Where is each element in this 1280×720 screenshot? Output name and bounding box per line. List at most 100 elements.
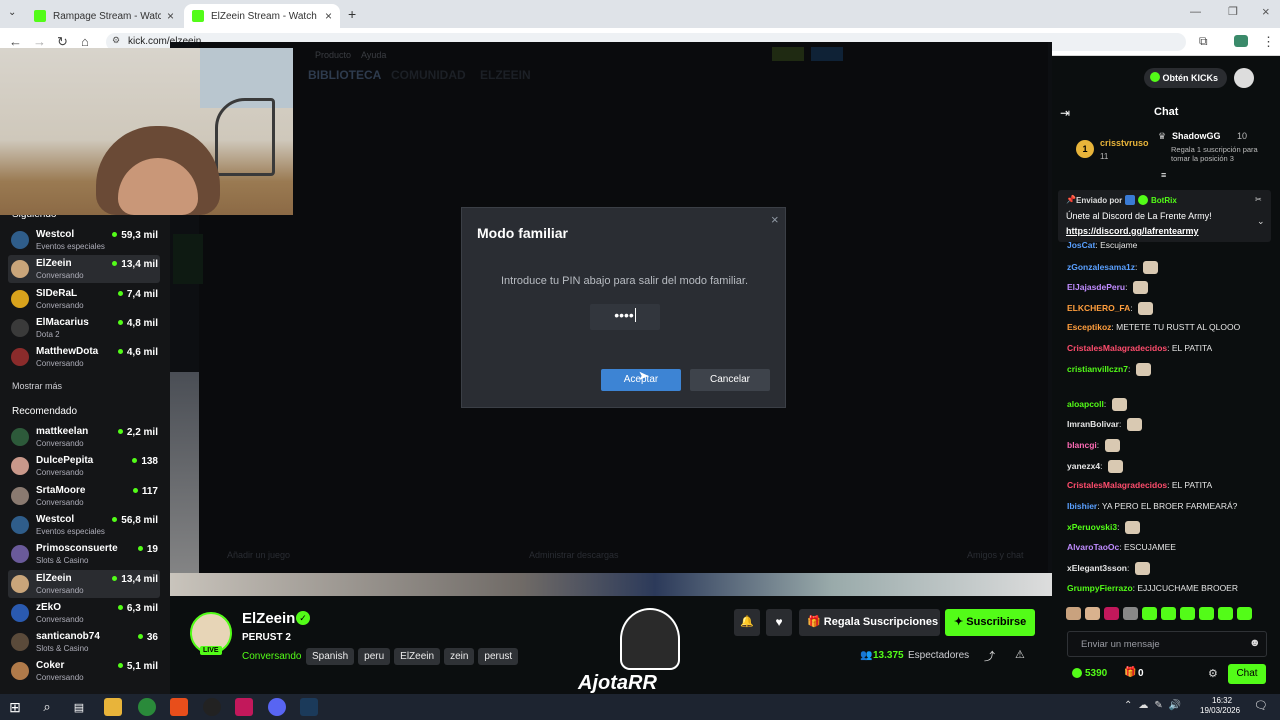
browser-tab-elzeein[interactable]: ElZeein Stream - Watch Live on × — [184, 4, 340, 28]
sidebar-channel-santicanob74[interactable]: santicanob74 Slots & Casino 36 — [8, 628, 160, 656]
subscribe-button[interactable]: ✦ Suscribirse — [945, 609, 1035, 636]
sidebar-channel-matthewdota[interactable]: MatthewDota Conversando 4,6 mil — [8, 343, 160, 371]
emote-icon[interactable] — [1161, 607, 1176, 620]
voicemod-icon[interactable] — [235, 698, 253, 716]
chat-settings-icon[interactable]: ⚙ — [1208, 667, 1218, 680]
tag-peru[interactable]: peru — [358, 648, 391, 665]
forward-arrow-icon[interactable]: → — [33, 34, 46, 49]
file-explorer-icon[interactable] — [104, 698, 122, 716]
chat-username[interactable]: aloapcoll — [1067, 399, 1104, 409]
brave-icon[interactable] — [170, 698, 188, 716]
clock-date[interactable]: 19/03/2026 — [1200, 706, 1240, 715]
clock-time[interactable]: 16:32 — [1212, 696, 1232, 705]
chat-username[interactable]: ElJajasdePeru — [1067, 282, 1125, 292]
emote-icon[interactable] — [1180, 607, 1195, 620]
sidebar-channel-westcol[interactable]: Westcol Eventos especiales 59,3 mil — [8, 226, 160, 254]
share-icon[interactable]: ⤴ — [984, 648, 995, 664]
unpin-icon[interactable]: ✂ — [1255, 195, 1262, 204]
report-icon[interactable]: ⚠ — [1015, 648, 1025, 661]
chat-username[interactable]: ImranBolivar — [1067, 419, 1119, 429]
close-window-icon[interactable]: × — [1262, 4, 1270, 19]
chat-username[interactable]: xElegant3sson — [1067, 563, 1127, 573]
sidebar-channel-elzeein[interactable]: ElZeein Conversando 13,4 mil — [8, 255, 160, 284]
notifications-bell-button[interactable]: 🔔 — [734, 609, 760, 636]
chat-username[interactable]: Esceptikoz — [1067, 322, 1111, 332]
restore-window-icon[interactable]: ❐ — [1228, 5, 1238, 18]
filter-icon[interactable]: ≡ — [1161, 170, 1166, 180]
chat-username[interactable]: cristianvillczn7 — [1067, 364, 1128, 374]
kicks-balance[interactable]: 5390 — [1085, 668, 1107, 679]
chat-username[interactable]: blancgi — [1067, 440, 1097, 450]
sidebar-channel-primosconsuerte[interactable]: Primosconsuerte Slots & Casino 19 — [8, 540, 160, 568]
dialog-close-button[interactable]: × — [771, 212, 779, 227]
browser-menu-icon[interactable]: ⋮ — [1262, 34, 1275, 50]
sidebar-channel-westcol[interactable]: Westcol Eventos especiales 56,8 mil — [8, 511, 160, 539]
sidebar-channel-sideral[interactable]: SIDeRaL Conversando 7,4 mil — [8, 285, 160, 313]
gift-count[interactable]: 0 — [1138, 668, 1144, 679]
emote-icon[interactable] — [1066, 607, 1081, 620]
emote-icon[interactable] — [1085, 607, 1100, 620]
tag-zein[interactable]: zein — [444, 648, 475, 665]
cancel-button[interactable]: Cancelar — [690, 369, 770, 391]
chrome-icon[interactable] — [138, 698, 156, 716]
steam-icon[interactable] — [300, 698, 318, 716]
chat-username[interactable]: AlvaroTaoOc — [1067, 542, 1119, 552]
notifications-icon[interactable]: 🗨 — [1254, 699, 1268, 712]
collapse-chat-icon[interactable]: ⇥ — [1060, 106, 1070, 120]
minimize-window-icon[interactable]: — — [1190, 6, 1201, 18]
home-icon[interactable]: ⌂ — [81, 34, 89, 49]
emote-picker-icon[interactable]: ☻ — [1249, 637, 1261, 649]
get-kicks-button[interactable]: Obtén KICKs — [1144, 68, 1227, 88]
chat-username[interactable]: Ibishier — [1067, 501, 1097, 511]
sidebar-channel-elmacarius[interactable]: ElMacarius Dota 2 4,8 mil — [8, 314, 160, 342]
pinned-link[interactable]: https://discord.gg/lafrentearmy — [1066, 226, 1199, 236]
discord-icon[interactable] — [268, 698, 286, 716]
emote-icon[interactable] — [1218, 607, 1233, 620]
emote-icon[interactable] — [1237, 607, 1252, 620]
user-avatar[interactable] — [1234, 68, 1254, 88]
emote-icon[interactable] — [1123, 607, 1138, 620]
profile-icon[interactable] — [1234, 35, 1248, 47]
sidebar-channel-elzeein[interactable]: ElZeein Conversando 13,4 mil — [8, 569, 160, 598]
browser-tab-rampage[interactable]: Rampage Stream - Watch Live o × — [26, 4, 182, 28]
tag-spanish[interactable]: Spanish — [306, 648, 355, 665]
channel-name[interactable]: ElZeein — [242, 610, 295, 627]
chat-username[interactable]: GrumpyFierrazo — [1067, 583, 1133, 593]
new-tab-button[interactable]: + — [348, 6, 356, 22]
leader1-name[interactable]: crisstvruso — [1100, 138, 1149, 148]
emote-icon[interactable] — [1104, 607, 1119, 620]
emote-icon[interactable] — [1199, 607, 1214, 620]
chat-username[interactable]: CristalesMalagradecidos — [1067, 343, 1167, 353]
stream-category[interactable]: Conversando — [242, 651, 301, 662]
sidebar-channel-mattkeelan[interactable]: mattkeelan Conversando 2,2 mil — [8, 423, 160, 451]
chat-username[interactable]: ELKCHERO_FA — [1067, 303, 1130, 313]
chat-username[interactable]: CristalesMalagradecidos — [1067, 480, 1167, 490]
obs-icon[interactable] — [203, 698, 221, 716]
close-tab-icon[interactable]: × — [167, 9, 174, 23]
sidebar-channel-srtamoore[interactable]: SrtaMoore Conversando 117 — [8, 482, 160, 510]
show-more-link[interactable]: Mostrar más — [12, 381, 62, 391]
emote-icon[interactable] — [1142, 607, 1157, 620]
expand-pinned-icon[interactable]: ⌄ — [1257, 216, 1265, 227]
chat-username[interactable]: zGonzalesama1z — [1067, 262, 1135, 272]
close-tab-icon[interactable]: × — [325, 9, 332, 23]
chat-username[interactable]: xPeruovski3 — [1067, 522, 1117, 532]
send-chat-button[interactable]: Chat — [1228, 664, 1266, 684]
site-info-icon[interactable]: ⚙ — [112, 35, 120, 46]
back-arrow-icon[interactable]: ← — [9, 34, 22, 49]
tab-list-chevron-icon[interactable]: ⌄ — [8, 7, 16, 18]
tag-elzeein[interactable]: ElZeein — [394, 648, 441, 665]
chat-username[interactable]: JosCat — [1067, 240, 1095, 250]
extensions-icon[interactable]: ⧉ — [1199, 34, 1208, 49]
chat-message-input[interactable]: Enviar un mensaje ☻ — [1067, 631, 1267, 657]
sidebar-channel-dulcepepita[interactable]: DulcePepita Conversando 138 — [8, 452, 160, 480]
sidebar-channel-coker[interactable]: Coker Conversando 5,1 mil — [8, 657, 160, 685]
windows-start-icon[interactable]: ⊞ — [6, 698, 24, 716]
system-tray-icons[interactable]: ⌃☁✎🔊 — [1124, 700, 1187, 711]
gift-subs-button[interactable]: 🎁 Regala Suscripciones — [799, 609, 940, 636]
search-icon[interactable]: ⌕ — [38, 698, 56, 716]
sidebar-channel-zeko[interactable]: zEkO Conversando 6,3 mil — [8, 599, 160, 627]
task-view-icon[interactable]: ▤ — [70, 698, 88, 716]
chat-username[interactable]: yanezx4 — [1067, 461, 1100, 471]
follow-heart-button[interactable]: ♥ — [766, 609, 792, 636]
